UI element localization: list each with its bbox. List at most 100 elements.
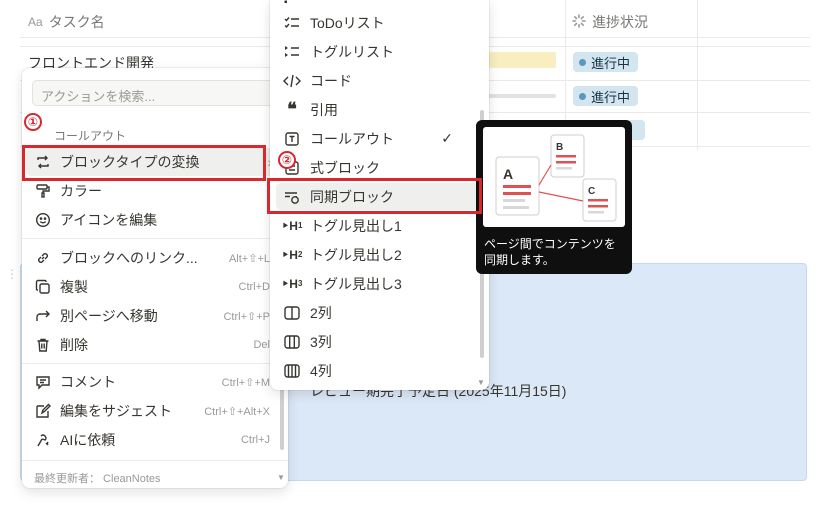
submenu-item-toggle-list[interactable]: トグルリスト [276,38,481,65]
menu-item-move-to[interactable]: 別ページへ移動 Ctrl+⇧+P [26,302,284,330]
smiley-icon [34,211,52,229]
column-header-status[interactable]: 進捗状況 [572,12,648,32]
menu-item-suggest-edits[interactable]: 編集をサジェスト Ctrl+⇧+Alt+X [26,397,284,425]
menu-item-color[interactable]: カラー › [26,177,284,205]
callout-icon [282,130,302,148]
submenu-item-label: 式ブロック [310,159,380,176]
svg-text:C: C [588,186,595,197]
status-dot-icon [579,58,586,66]
synced-block-preview: A B C [483,127,625,227]
submenu-item-label: 2列 [310,304,332,321]
last-edited-by: 最終更新者： CleanNotes [34,473,161,485]
comment-icon [34,373,52,391]
duplicate-icon [34,278,52,296]
submenu-item-code[interactable]: コード [276,67,481,94]
submenu-item-label: 引用 [310,101,338,118]
submenu-item-3-columns[interactable]: 3列 [276,328,481,355]
status-badge[interactable]: 進行中 [573,52,639,72]
status-badge-label: 進行中 [591,89,631,105]
annotation-marker-2: ② [278,151,296,169]
menu-item-label: 編集をサジェスト [60,403,172,419]
columns-3-icon [282,333,302,351]
drag-handle-icon[interactable]: ⋮⋮ [6,268,31,280]
paint-roller-icon [34,182,52,200]
check-icon: ✓ [441,130,453,146]
column-divider [697,0,698,150]
submenu-item-callout[interactable]: コールアウト ✓ [276,125,481,152]
submenu-item-label: 4列 [310,362,332,379]
menu-divider [22,460,288,461]
columns-4-icon [282,362,302,380]
menu-item-label: アイコンを編集 [60,212,158,228]
synced-block-tooltip: A B C ページ間でコンテンツを同期します。 [476,120,632,274]
code-icon [282,72,302,90]
submenu-item-label: コード [310,72,352,89]
action-search-input[interactable]: アクションを検索... [32,80,276,106]
submenu-item-todo-list[interactable]: ToDoリスト [276,9,481,36]
submenu-item-2-columns[interactable]: 2列 [276,299,481,326]
column-header-name[interactable]: Aa タスク名 [28,12,105,32]
text-type-icon: Aa [28,15,43,29]
status-badge[interactable]: 進行中 [573,86,639,106]
submenu-item-label: 3列 [310,333,332,350]
menu-item-label: 複製 [60,279,88,295]
menu-item-comment[interactable]: コメント Ctrl+⇧+M [26,368,284,396]
svg-text:A: A [503,166,513,182]
tooltip-text: ページ間でコンテンツを同期します。 [484,237,616,267]
scroll-down-arrow-icon[interactable]: ▼ [277,473,285,482]
link-icon [34,249,52,267]
status-dot-icon [579,92,586,100]
submenu-item-toggle-heading-1[interactable]: ‣H 1 トグル見出し1 [276,212,481,239]
menu-item-ask-ai[interactable]: AIに依頼 Ctrl+J [26,426,284,454]
menu-item-link-to-block[interactable]: ブロックへのリンク... Alt+⇧+L [26,244,284,272]
trash-icon [34,336,52,354]
submenu-item-label: ToDoリスト [310,14,385,31]
menu-item-label: 削除 [60,337,88,353]
submenu-item-label: トグル見出し2 [310,246,402,263]
menu-item-duplicate[interactable]: 複製 Ctrl+D [26,273,284,301]
move-arrow-icon [34,307,52,325]
column-header-name-label: タスク名 [48,14,105,30]
progress-bar [486,52,556,68]
column-header-status-label: 進捗状況 [592,14,648,30]
status-spinner-icon [572,13,586,31]
submenu-item-equation[interactable]: 式ブロック [276,154,481,181]
svg-text:B: B [556,142,563,153]
scroll-down-arrow-icon[interactable]: ▼ [477,378,485,387]
submenu-item-quote[interactable]: ❝ 引用 [276,96,481,123]
shortcut-label: Ctrl+⇧+M [221,376,270,389]
shortcut-label: Ctrl+D [238,281,270,293]
menu-section-label: コールアウト [54,129,127,143]
annotation-box-synced-block [267,178,482,214]
menu-item-label: AIに依頼 [60,432,116,448]
submenu-item-label: トグル見出し1 [310,217,402,234]
toggle-h1-icon: ‣H 1 [281,218,303,233]
toggle-h2-icon: ‣H 2 [281,247,303,262]
submenu-item-4-columns[interactable]: 4列 [276,357,481,384]
todo-list-icon [282,14,302,32]
submenu-item-toggle-heading-2[interactable]: ‣H 2 トグル見出し2 [276,241,481,268]
columns-2-icon [282,304,302,322]
submenu-item-label: コールアウト [310,130,394,147]
submenu-item-toggle-heading-3[interactable]: ‣H 3 トグル見出し3 [276,270,481,297]
shortcut-label: Alt+⇧+L [228,252,270,265]
submenu-item-label: トグル見出し3 [310,275,402,292]
toggle-h3-icon: ‣H 3 [281,276,303,291]
menu-divider [22,238,288,239]
menu-divider [22,363,288,364]
menu-item-label: カラー [60,183,102,199]
menu-item-edit-icon[interactable]: アイコンを編集 [26,206,284,234]
partial-item-icon: ▪ [284,0,288,8]
quote-icon: ❝ [287,99,297,120]
menu-item-label: ブロックへのリンク... [60,250,198,266]
menu-item-label: 別ページへ移動 [60,308,158,324]
shortcut-label: Ctrl+J [240,434,270,446]
menu-item-delete[interactable]: 削除 Del [26,331,284,359]
status-badge-label: 進行中 [591,55,631,71]
suggest-edit-icon [34,402,52,420]
shortcut-label: Ctrl+⇧+P [223,310,270,323]
annotation-box-convert [22,145,266,181]
toggle-list-icon [282,43,302,61]
shortcut-label: Del [253,339,270,351]
annotation-marker-1: ① [24,113,42,131]
